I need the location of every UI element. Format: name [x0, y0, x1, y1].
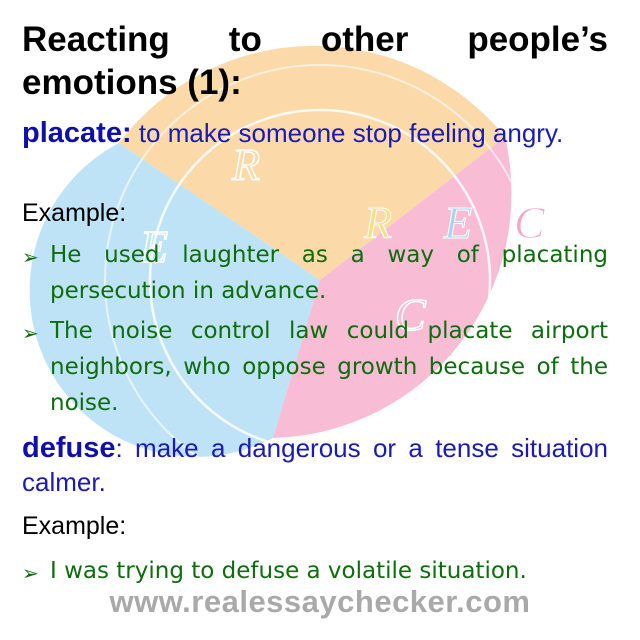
example-item: ➢ He used laughter as a way of placating… — [22, 237, 608, 309]
website-footer: www.realessaychecker.com — [109, 584, 531, 619]
example-label: Example: — [22, 512, 127, 540]
example-text: The noise control law could placate airp… — [50, 318, 608, 416]
slide-title: Reacting to other people’s emotions (1): — [22, 20, 608, 102]
term-placate: placate: — [22, 117, 132, 149]
slide-content: Reacting to other people’s emotions (1):… — [0, 0, 640, 640]
definition-defuse: defuse: make a dangerous or a tense situ… — [22, 431, 608, 499]
definition-placate: placate: to make someone stop feeling an… — [22, 116, 608, 150]
example-item: ➢ The noise control law could placate ai… — [22, 313, 608, 421]
term-defuse: defuse — [22, 432, 116, 464]
arrow-bullet-icon: ➢ — [22, 321, 39, 345]
arrow-bullet-icon: ➢ — [22, 245, 39, 269]
definition-text: to make someone stop feeling angry. — [131, 118, 564, 148]
example-label: Example: — [22, 199, 127, 227]
example-text: He used laughter as a way of placating p… — [50, 242, 608, 304]
